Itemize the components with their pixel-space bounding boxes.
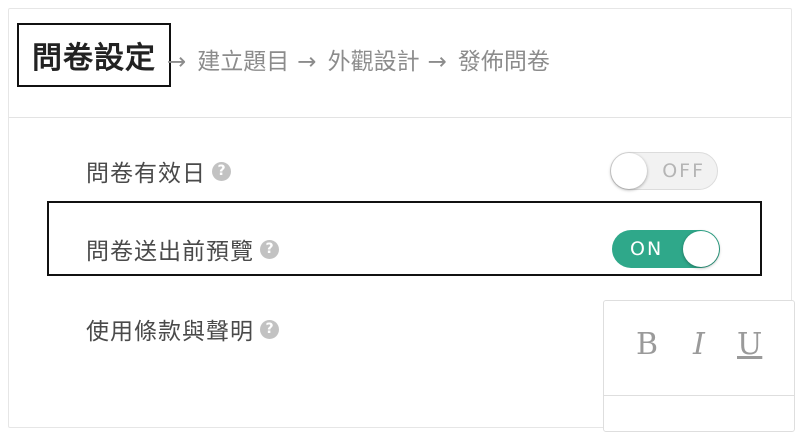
step-trail: → 建立題目 → 外觀設計 → 發佈問卷 xyxy=(167,42,550,76)
setting-label-terms: 使用條款與聲明 xyxy=(86,319,254,345)
toggle-knob xyxy=(611,153,647,189)
italic-button[interactable]: I xyxy=(693,327,705,362)
step-current[interactable]: 問卷設定 xyxy=(17,23,171,87)
arrow-icon: → xyxy=(167,49,187,75)
toggle-state-label: OFF xyxy=(662,160,705,182)
step-create-questions[interactable]: 建立題目 xyxy=(197,49,289,75)
setting-label-valid-date: 問卷有效日 xyxy=(86,161,206,187)
highlight-box xyxy=(47,201,762,276)
help-icon[interactable]: ? xyxy=(212,161,231,181)
bold-button[interactable]: B xyxy=(636,327,658,362)
help-icon[interactable]: ? xyxy=(260,319,279,339)
wizard-steps: 問卷設定 → 建立題目 → 外觀設計 → 發佈問卷 xyxy=(9,9,791,118)
valid-date-toggle[interactable]: OFF xyxy=(610,152,718,190)
arrow-icon: → xyxy=(427,49,447,75)
terms-editor[interactable]: B I U xyxy=(603,300,795,432)
arrow-icon: → xyxy=(297,49,317,75)
step-appearance[interactable]: 外觀設計 xyxy=(328,49,420,75)
editor-toolbar: B I U xyxy=(604,301,794,396)
underline-button[interactable]: U xyxy=(737,327,762,362)
step-publish[interactable]: 發佈問卷 xyxy=(458,49,550,75)
